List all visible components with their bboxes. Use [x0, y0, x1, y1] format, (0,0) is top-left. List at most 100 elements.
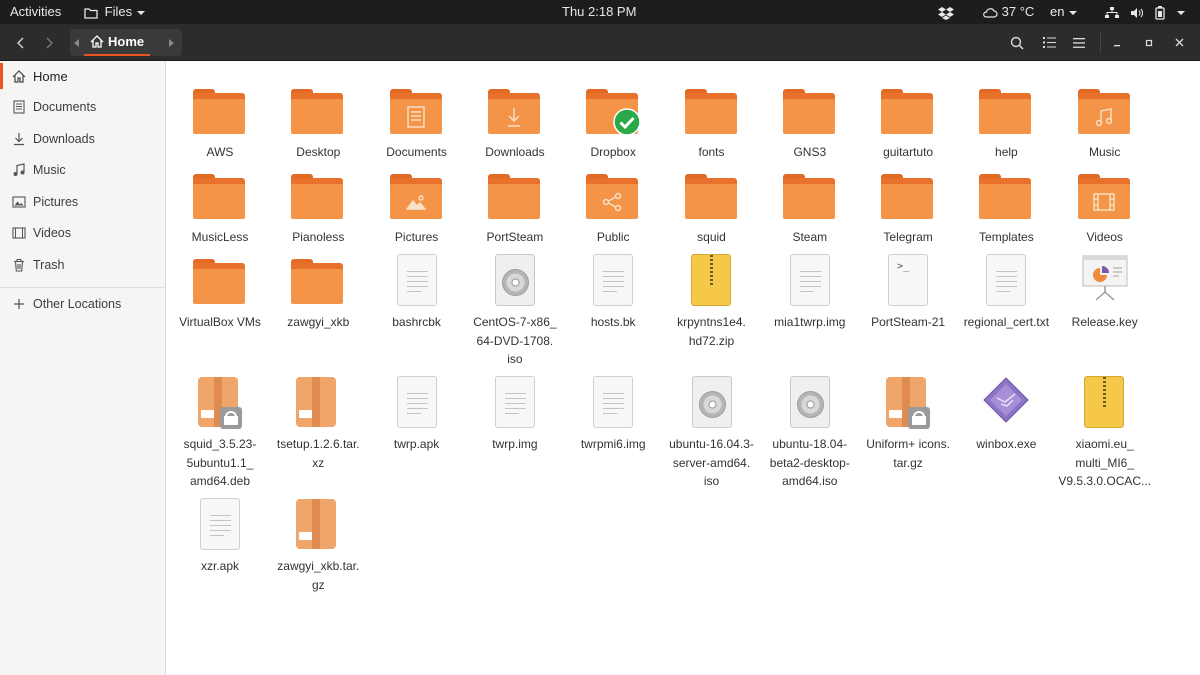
file-thumbnail [979, 254, 1033, 308]
file-thumbnail [685, 254, 739, 308]
clock[interactable]: Thu 2:18 PM [562, 0, 636, 24]
chevron-down-icon [1069, 10, 1078, 15]
folder-icon [586, 174, 639, 219]
sidebar-item-home[interactable]: Home [0, 61, 165, 91]
file-name-label: Steam [792, 230, 828, 244]
sidebar-item-pictures[interactable]: Pictures [0, 187, 165, 217]
file-item[interactable]: >_ PortSteam-21 [859, 254, 957, 332]
folder-item[interactable]: Documents [368, 84, 466, 162]
folder-item[interactable]: PortSteam [466, 169, 564, 247]
sidebar-item-videos[interactable]: Videos [0, 218, 165, 248]
folder-item[interactable]: Public [564, 169, 662, 247]
folder-icon [487, 174, 540, 219]
folder-item[interactable]: MusicLess [171, 169, 269, 247]
file-item[interactable]: tsetup.1.2.6.tar. xz [269, 376, 367, 472]
music-emblem-icon [1095, 107, 1112, 126]
folder-item[interactable]: Downloads [466, 84, 564, 162]
scroll-right-icon[interactable] [168, 39, 174, 47]
system-menu-button[interactable] [1176, 0, 1186, 24]
file-item[interactable]: regional_cert.txt [957, 254, 1055, 332]
folder-item[interactable]: Pictures [368, 169, 466, 247]
folder-item[interactable]: Videos [1056, 169, 1154, 247]
file-name-label: Uniform+ icons. tar.gz [866, 437, 950, 470]
file-item[interactable]: zawgyi_xkb.tar. gz [269, 498, 367, 594]
hamburger-icon [1073, 37, 1085, 48]
lock-icon [908, 407, 931, 429]
file-item[interactable]: krpyntns1e4. hd72.zip [663, 254, 761, 350]
file-name-label: squid_3.5.23- 5ubuntu1.1_ amd64.deb [183, 437, 257, 488]
file-item[interactable]: twrp.apk [368, 376, 466, 454]
sidebar-item-downloads[interactable]: Downloads [0, 124, 165, 154]
breadcrumb-home[interactable]: Home [84, 29, 151, 56]
folder-item[interactable]: Telegram [859, 169, 957, 247]
folder-item[interactable]: Music [1056, 84, 1154, 162]
search-button[interactable] [1004, 24, 1030, 61]
battery-icon[interactable] [1155, 0, 1165, 24]
file-thumbnail [979, 84, 1033, 138]
forward-button[interactable] [36, 24, 62, 61]
file-name-label: CentOS-7-x86_ 64-DVD-1708. iso [473, 315, 557, 366]
path-bar: Home [70, 29, 182, 56]
file-name-label: Pictures [394, 230, 439, 244]
sidebar-item-music[interactable]: Music [0, 155, 165, 185]
view-toggle-button[interactable] [1036, 24, 1062, 61]
volume-icon[interactable] [1130, 0, 1144, 24]
sidebar-item-documents[interactable]: Documents [0, 92, 165, 122]
file-thumbnail [586, 84, 641, 138]
sidebar-item-other-locations[interactable]: Other Locations [0, 289, 165, 319]
chevron-left-icon [17, 36, 24, 49]
sidebar-item-trash[interactable]: Trash [0, 250, 165, 280]
file-item[interactable]: bashrcbk [368, 254, 466, 332]
file-item[interactable]: Release.key [1056, 254, 1154, 332]
folder-item[interactable]: help [957, 84, 1055, 162]
folder-item[interactable]: Steam [761, 169, 859, 247]
app-menu-button[interactable]: Files [84, 0, 146, 24]
file-item[interactable]: Uniform+ icons. tar.gz [859, 376, 957, 472]
folder-item[interactable]: Templates [957, 169, 1055, 247]
file-thumbnail: >_ [881, 254, 935, 308]
folder-item[interactable]: GNS3 [761, 84, 859, 162]
file-item[interactable]: winbox.exe [957, 376, 1055, 454]
weather-indicator[interactable]: 37 °C [982, 0, 1034, 24]
dropbox-tray-icon[interactable] [938, 0, 954, 24]
menu-button[interactable] [1066, 24, 1092, 61]
activities-button[interactable]: Activities [10, 0, 61, 24]
close-button[interactable] [1168, 24, 1190, 61]
file-item[interactable]: xiaomi.eu_ multi_MI6_ V9.5.3.0.OCAC... [1056, 376, 1154, 491]
folder-item[interactable]: fonts [663, 84, 761, 162]
file-item[interactable]: ubuntu-18.04- beta2-desktop-amd64.iso [761, 376, 859, 491]
file-item[interactable]: twrpmi6.img [564, 376, 662, 454]
folder-item[interactable]: guitartuto [859, 84, 957, 162]
network-icon[interactable] [1105, 0, 1119, 24]
file-name-label: AWS [206, 145, 234, 159]
file-item[interactable]: xzr.apk [171, 498, 269, 576]
folder-item[interactable]: Desktop [269, 84, 367, 162]
file-thumbnail [586, 169, 640, 223]
file-item[interactable]: ubuntu-16.04.3- server-amd64. iso [663, 376, 761, 491]
folder-item[interactable]: Dropbox [564, 84, 662, 162]
file-item[interactable]: mia1twrp.img [761, 254, 859, 332]
minimize-button[interactable] [1106, 24, 1128, 61]
language-indicator[interactable]: en [1050, 0, 1078, 24]
folder-item[interactable]: squid [663, 169, 761, 247]
file-item[interactable]: squid_3.5.23- 5ubuntu1.1_ amd64.deb [171, 376, 269, 491]
file-item[interactable]: hosts.bk [564, 254, 662, 332]
file-thumbnail [193, 254, 247, 308]
sidebar-divider [0, 287, 165, 288]
file-thumbnail [881, 376, 935, 430]
file-thumbnail [291, 376, 345, 430]
file-name-label: Desktop [296, 145, 341, 159]
file-thumbnail [291, 169, 345, 223]
file-item[interactable]: twrp.img [466, 376, 564, 454]
back-button[interactable] [8, 24, 34, 61]
folder-item[interactable]: Pianoless [269, 169, 367, 247]
folder-item[interactable]: AWS [171, 84, 269, 162]
text-file-icon [396, 254, 437, 306]
folder-icon [684, 174, 737, 219]
scroll-left-icon[interactable] [74, 39, 80, 47]
folder-item[interactable]: zawgyi_xkb [269, 254, 367, 332]
maximize-button[interactable] [1138, 24, 1160, 61]
file-item[interactable]: CentOS-7-x86_ 64-DVD-1708. iso [466, 254, 564, 369]
folder-item[interactable]: VirtualBox VMs [171, 254, 269, 332]
file-name-label: mia1twrp.img [774, 315, 846, 329]
